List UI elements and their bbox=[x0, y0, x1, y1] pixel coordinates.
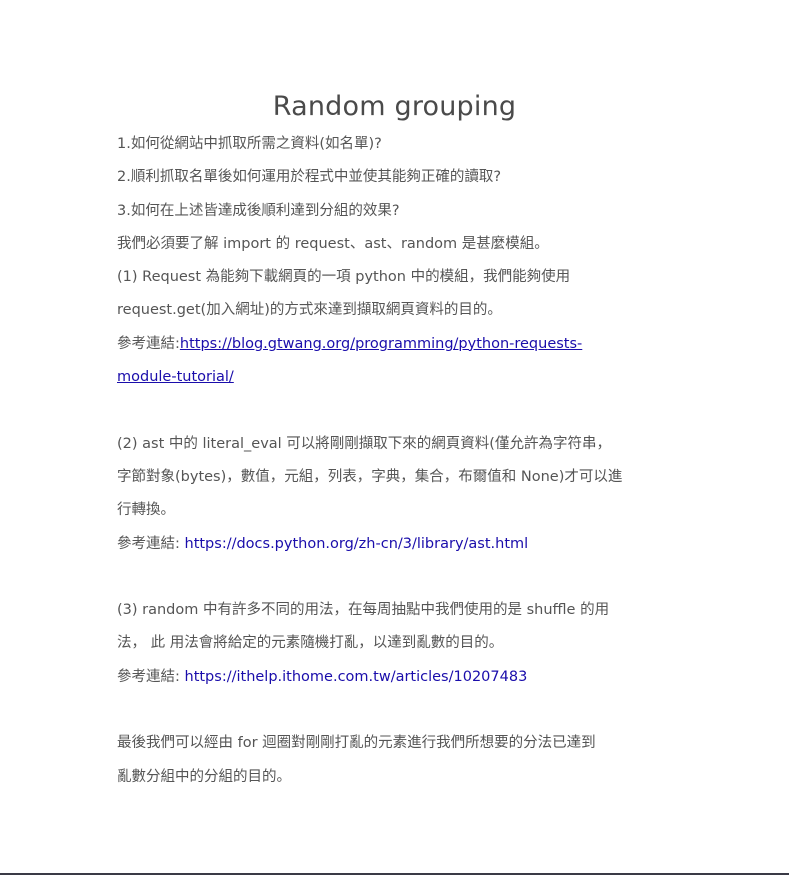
request-description-line-1: (1) Request 為能夠下載網頁的一項 python 中的模組，我們能夠使… bbox=[117, 269, 571, 286]
article-body: 1.如何從網站中抓取所需之資料(如名單)? 2.順利抓取名單後如何運用於程式中並… bbox=[117, 128, 677, 794]
ast-description-line-2: 字節對象(bytes)，數值，元組，列表，字典，集合，布爾值和 None)才可以… bbox=[117, 468, 623, 485]
request-reference-link[interactable]: https://blog.gtwang.org/programming/pyth… bbox=[180, 336, 582, 352]
request-reference: 參考連結:https://blog.gtwang.org/programming… bbox=[117, 328, 677, 361]
conclusion-line-1: 最後我們可以經由 for 迴圈對剛剛打亂的元素進行我們所想要的分法已達到 bbox=[117, 735, 596, 752]
request-reference-label: 參考連結: bbox=[117, 335, 180, 352]
page-title: Random grouping bbox=[272, 91, 517, 122]
random-description-line-2: 法， 此 用法會將給定的元素隨機打亂，以達到亂數的目的。 bbox=[117, 635, 504, 652]
random-reference: 參考連結: https://ithelp.ithome.com.tw/artic… bbox=[117, 661, 677, 694]
intro-paragraph: 我們必須要了解 import 的 request、ast、random 是甚麼模… bbox=[117, 235, 549, 252]
ast-description-line-3: 行轉換。 bbox=[117, 502, 175, 519]
ast-description-line-1: (2) ast 中的 literal_eval 可以將剛剛擷取下來的網頁資料(僅… bbox=[117, 435, 611, 452]
random-reference-link[interactable]: https://ithelp.ithome.com.tw/articles/10… bbox=[185, 669, 528, 685]
random-description-line-1: (3) random 中有許多不同的用法，在每周抽點中我們使用的是 shuffl… bbox=[117, 602, 610, 619]
question-1: 1.如何從網站中抓取所需之資料(如名單)? bbox=[117, 136, 382, 152]
request-reference-continued: module-tutorial/ bbox=[117, 361, 677, 394]
question-3: 3.如何在上述皆達成後順利達到分組的效果? bbox=[117, 202, 400, 219]
ast-reference-link[interactable]: https://docs.python.org/zh-cn/3/library/… bbox=[185, 536, 529, 552]
request-reference-link-continued[interactable]: module-tutorial/ bbox=[117, 369, 234, 385]
request-description-line-2: request.get(加入網址)的方式來達到擷取網頁資料的目的。 bbox=[117, 302, 502, 319]
conclusion-line-2: 亂數分組中的分組的目的。 bbox=[117, 768, 291, 785]
question-2: 2.順利抓取名單後如何運用於程式中並使其能夠正確的讀取? bbox=[117, 169, 502, 186]
ast-reference-label: 參考連結: bbox=[117, 535, 185, 552]
ast-reference: 參考連結: https://docs.python.org/zh-cn/3/li… bbox=[117, 528, 677, 561]
random-reference-label: 參考連結: bbox=[117, 668, 185, 685]
